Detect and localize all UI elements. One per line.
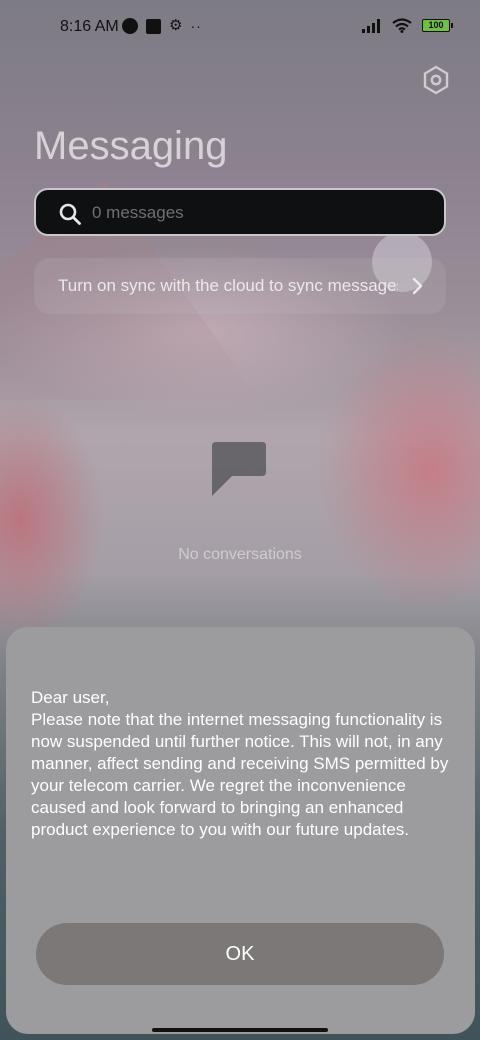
search-input[interactable]: 0 messages <box>34 188 446 236</box>
sync-banner-text: Turn on sync with the cloud to sync mess… <box>58 276 398 295</box>
wifi-icon <box>392 18 412 33</box>
data-saver-icon <box>122 18 138 34</box>
status-icons-right: 100 <box>362 18 453 33</box>
battery-icon: 100 <box>422 19 453 32</box>
sync-banner[interactable]: Turn on sync with the cloud to sync mess… <box>34 258 446 314</box>
dots-icon: ·· <box>190 18 202 34</box>
dialog-message: Dear user, Please note that the internet… <box>31 688 449 839</box>
gear-icon: ⚙ <box>169 17 183 34</box>
status-bar: 8:16 AM ⚙ ·· 100 <box>0 0 480 56</box>
settings-hexagon-icon[interactable] <box>420 64 452 96</box>
signal-icon <box>362 18 380 33</box>
ok-button[interactable]: OK <box>36 923 444 985</box>
empty-state-text: No conversations <box>178 546 302 563</box>
chevron-right-icon <box>412 277 423 295</box>
search-placeholder: 0 messages <box>92 203 184 222</box>
page-title: Messaging <box>34 124 228 168</box>
message-bubble-icon <box>212 442 266 496</box>
square-app-icon <box>146 18 161 34</box>
status-time: 8:16 AM <box>60 18 119 35</box>
status-icons-left: ⚙ ·· <box>122 18 202 34</box>
search-icon <box>59 203 81 225</box>
notice-dialog: Dear user, Please note that the internet… <box>6 627 475 1034</box>
home-indicator[interactable] <box>152 1028 328 1032</box>
